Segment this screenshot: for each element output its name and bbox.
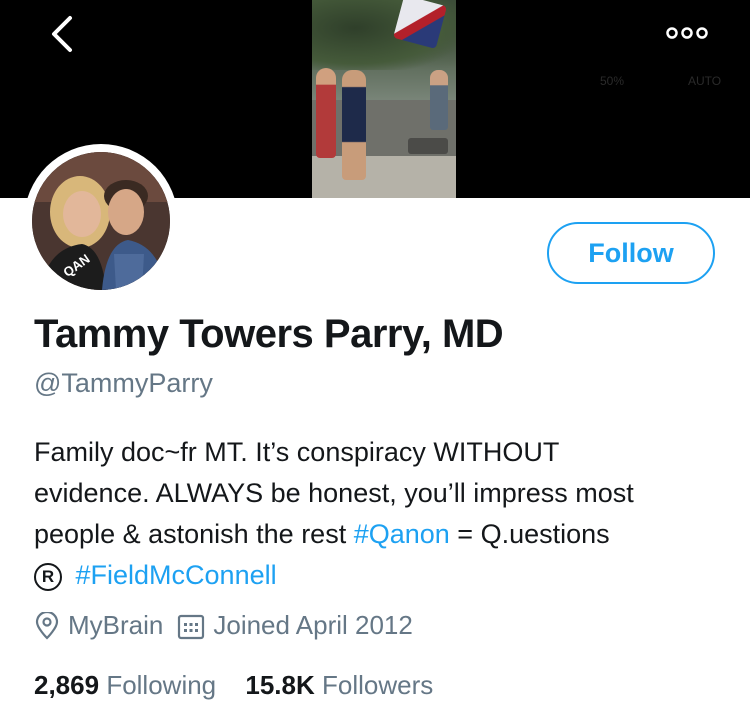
profile-meta: MyBrain Joined April 2012: [34, 610, 427, 641]
follow-button[interactable]: Follow: [547, 222, 715, 284]
banner-binocular-stand: [408, 138, 448, 154]
bio-line: Family doc~fr MT. It’s conspiracy WITHOU…: [34, 437, 560, 467]
location-pin-icon: [35, 611, 59, 640]
bio-text: people & astonish the rest: [34, 519, 354, 549]
join-date-text: Joined April 2012: [213, 610, 413, 640]
registered-symbol-icon: R: [34, 563, 62, 591]
profile-avatar[interactable]: QAN: [24, 144, 178, 298]
hashtag-link-qanon[interactable]: #Qanon: [354, 519, 450, 549]
more-horizontal-icon: [666, 27, 708, 39]
avatar-photo-image: [32, 152, 170, 290]
back-button[interactable]: [40, 12, 84, 56]
following-count: 2,869: [34, 670, 100, 700]
location-text: MyBrain: [68, 610, 164, 640]
banner-faint-label: 50%: [600, 74, 625, 88]
banner-person: [430, 70, 448, 130]
following-label: Following: [106, 670, 217, 700]
display-name: Tammy Towers Parry, MD: [34, 312, 504, 356]
bio-line: evidence. ALWAYS be honest, you’ll impre…: [34, 478, 634, 508]
following-link[interactable]: 2,869 Following: [34, 670, 216, 700]
banner-video[interactable]: [312, 0, 456, 198]
join-date: Joined April 2012: [177, 610, 413, 641]
chevron-left-icon: [52, 16, 72, 52]
banner-person: [316, 68, 336, 158]
bio-line: people & astonish the rest #Qanon = Q.ue…: [34, 514, 734, 555]
followers-label: Followers: [322, 670, 434, 700]
banner-faint-label: AUTO: [688, 74, 722, 88]
location: MyBrain: [34, 610, 163, 641]
profile-bio: Family doc~fr MT. It’s conspiracy WITHOU…: [34, 432, 734, 596]
followers-count: 15.8K: [245, 670, 315, 700]
calendar-icon: [178, 614, 205, 639]
bio-text: = Q.uestions: [449, 519, 610, 549]
banner-person: [342, 70, 366, 180]
hashtag-link-fieldmcconnell[interactable]: #FieldMcConnell: [76, 560, 277, 590]
banner-ground: [312, 156, 456, 198]
follow-stats: 2,869 Following 15.8K Followers: [34, 670, 455, 701]
more-options-button[interactable]: [664, 18, 710, 48]
profile-handle: @TammyParry: [34, 368, 213, 398]
followers-link[interactable]: 15.8K Followers: [245, 670, 433, 700]
avatar-photo: QAN: [32, 152, 170, 290]
bio-line: R #FieldMcConnell: [34, 555, 734, 596]
